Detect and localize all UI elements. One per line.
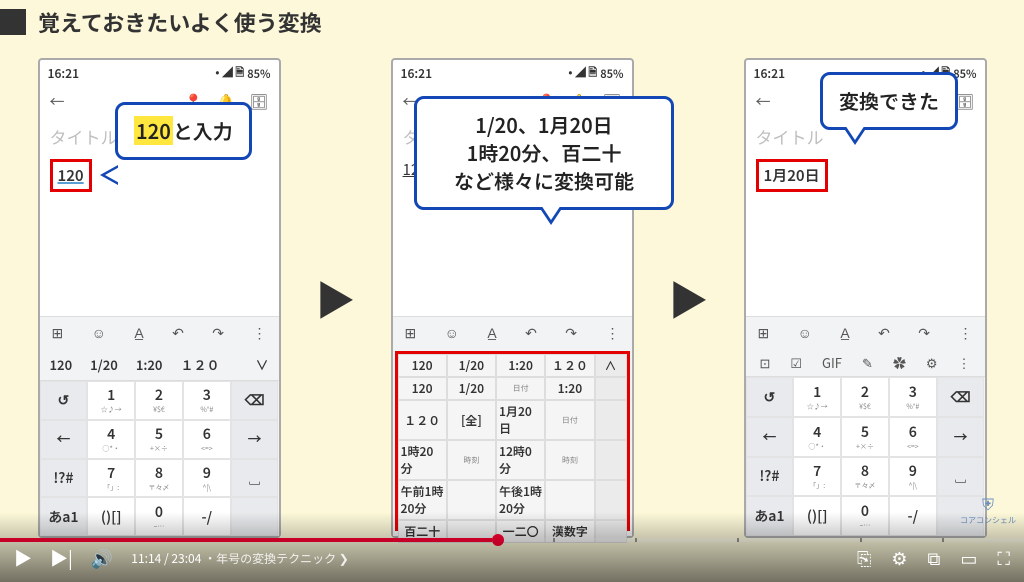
key[interactable]: ⌫ [231, 381, 279, 420]
key[interactable]: 3%°# [889, 377, 937, 417]
back-icon[interactable]: ← [756, 91, 771, 112]
result-text-box: 1月20日 [756, 159, 828, 192]
kb-more-icon[interactable]: ⋮ [957, 353, 970, 372]
slide-title: 覚えておきたいよく使う変換 [38, 6, 322, 38]
kb-gear-icon[interactable]: ⚙ [926, 353, 938, 372]
candidate-cell[interactable]: 12時0分 [496, 440, 545, 480]
status-time: 16:21 [48, 65, 80, 82]
key[interactable]: 9^|\ [889, 457, 937, 497]
key[interactable]: 2¥$€ [135, 381, 183, 420]
candidate-expand[interactable]: ∨ [251, 353, 272, 376]
key[interactable]: 2¥$€ [841, 377, 889, 417]
fullscreen-button[interactable]: ⛶ [997, 545, 1010, 571]
next-button[interactable]: ▶| [50, 545, 73, 571]
key[interactable]: ␣ [231, 459, 279, 498]
key[interactable]: ← [746, 417, 794, 457]
key[interactable]: 5+×÷ [135, 420, 183, 459]
key[interactable]: ↺ [40, 381, 88, 420]
candidate-cell[interactable]: 1時20分 [398, 440, 447, 480]
play-button[interactable]: ▶ [14, 545, 32, 571]
status-icons: • ◢ 🗎 85% [215, 64, 270, 83]
status-time: 16:21 [401, 65, 433, 82]
arrow-1: ▶ [316, 269, 356, 327]
callout-1: 120と入力 [115, 102, 252, 160]
key[interactable]: ← [40, 420, 88, 459]
key[interactable]: → [937, 417, 985, 457]
key[interactable]: 7「」: [793, 457, 841, 497]
candidate-cell[interactable]: 日付 [545, 400, 594, 440]
key[interactable]: 1☆♪→ [793, 377, 841, 417]
video-time: 11:14 / 23:04 ・年号の変換テクニック ❯ [131, 550, 349, 567]
candidate[interactable]: 120 [46, 353, 77, 376]
candidate-cell[interactable]: 120 [398, 354, 447, 377]
back-icon[interactable]: ← [50, 91, 65, 112]
candidates-expanded: 1201/201:20１２０∧1201/20日付1:20１２０[全]1月20日日… [395, 351, 630, 531]
typed-text-box: 120 [50, 159, 92, 192]
kb-format-icon[interactable]: A̲ [130, 321, 147, 345]
title-decoration [0, 9, 26, 35]
candidate-cell[interactable]: [全] [447, 400, 496, 440]
candidate-cell[interactable]: 1/20 [447, 354, 496, 377]
status-icons: • ◢ 🗎 85% [568, 64, 623, 83]
key[interactable]: !?# [40, 459, 88, 498]
candidate-cell[interactable]: １２０ [398, 400, 447, 440]
key[interactable]: !?# [746, 457, 794, 497]
candidate[interactable]: １２０ [176, 353, 223, 376]
youtube-controls: ▶ ▶| 🔊 11:14 / 23:04 ・年号の変換テクニック ❯ ⎘ ⚙ ⧉… [0, 534, 1024, 582]
callout-2: 1/20、1月20日 1時20分、百二十 など様々に変換可能 [414, 96, 674, 210]
candidate-cell[interactable]: 日付 [496, 377, 545, 400]
captions-button[interactable]: ⎘ [857, 545, 871, 571]
miniplayer-button[interactable]: ⧉ [928, 545, 941, 571]
key[interactable]: 6<=> [889, 417, 937, 457]
kb-redo-icon[interactable]: ↷ [208, 321, 228, 345]
key[interactable]: 5+×÷ [841, 417, 889, 457]
kb-pen-icon[interactable]: ✎ [862, 353, 873, 372]
kb-emoji-icon[interactable]: ☺ [88, 321, 110, 345]
key[interactable]: 1☆♪→ [87, 381, 135, 420]
kb-undo-icon[interactable]: ↶ [168, 321, 188, 345]
candidate[interactable]: 1/20 [86, 353, 122, 376]
key[interactable]: 7「」: [87, 459, 135, 498]
kb-grid-icon[interactable]: ⊞ [48, 321, 68, 345]
key[interactable]: 9^|\ [183, 459, 231, 498]
candidate-cell[interactable]: 120 [398, 377, 447, 400]
kb-app-icon[interactable]: ⊡ [759, 353, 770, 372]
candidate-cell[interactable]: 1:20 [545, 377, 594, 400]
status-time: 16:21 [754, 65, 786, 82]
key[interactable]: → [231, 420, 279, 459]
key[interactable]: 8〒々〆 [841, 457, 889, 497]
keyboard-1: ⊞ ☺ A̲ ↶ ↷ ⋮ 120 1/20 1:20 １２０ ∨ ↺1☆♪→2¥… [40, 316, 279, 536]
candidate-cell[interactable]: 1月20日 [496, 400, 545, 440]
candidate-cell[interactable]: １２０ [545, 354, 594, 377]
volume-button[interactable]: 🔊 [91, 545, 113, 571]
candidate-cell[interactable] [595, 400, 627, 440]
key[interactable]: ⌫ [937, 377, 985, 417]
theater-button[interactable]: ▭ [960, 545, 977, 571]
key[interactable]: 3%°# [183, 381, 231, 420]
key[interactable]: 4○*・ [793, 417, 841, 457]
kb-flower-icon[interactable]: ✿ [893, 353, 906, 372]
candidate-cell[interactable] [595, 440, 627, 480]
keyboard-3: ⊞ ☺ A̲ ↶ ↷ ⋮ ⊡ ☑ GIF ✎ ✿ ⚙ ⋮ ↺1☆♪→2¥$€3%… [746, 316, 985, 536]
key[interactable]: ↺ [746, 377, 794, 417]
kb-more-icon[interactable]: ⋮ [248, 321, 270, 345]
kb-gif-icon[interactable]: GIF [822, 353, 842, 372]
callout-3: 変換できた [820, 72, 958, 130]
settings-button[interactable]: ⚙ [891, 545, 907, 571]
key[interactable]: 4○*・ [87, 420, 135, 459]
arrow-2: ▶ [669, 269, 709, 327]
candidate-cell[interactable]: 時刻 [545, 440, 594, 480]
key[interactable]: 8〒々〆 [135, 459, 183, 498]
candidate-cell[interactable]: 1/20 [447, 377, 496, 400]
candidate[interactable]: 1:20 [132, 353, 167, 376]
candidate-cell[interactable]: 時刻 [447, 440, 496, 480]
keyboard-2: ⊞ ☺ A̲ ↶ ↷ ⋮ 1201/201:20１２０∧1201/20日付1:2… [393, 316, 632, 536]
candidate-cell[interactable]: ∧ [595, 354, 627, 377]
candidate-cell[interactable] [595, 377, 627, 400]
key[interactable]: 6<=> [183, 420, 231, 459]
kb-clip-icon[interactable]: ☑ [790, 353, 802, 372]
candidate-cell[interactable]: 1:20 [496, 354, 545, 377]
archive-icon[interactable]: 🗄 [249, 91, 268, 112]
